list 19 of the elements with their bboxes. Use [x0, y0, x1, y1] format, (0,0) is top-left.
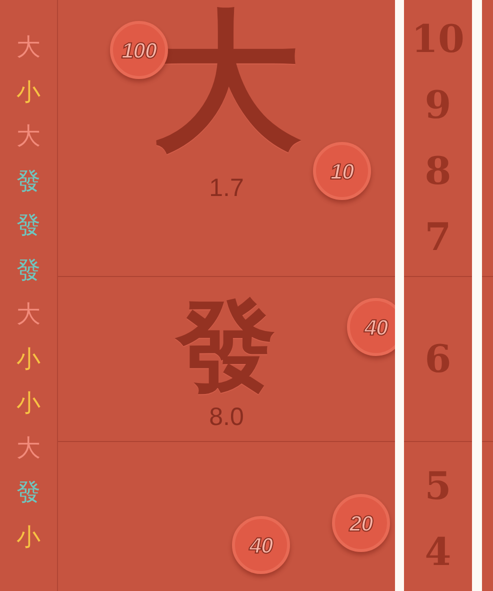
history-result: 發: [16, 166, 40, 196]
history-result: 小: [16, 389, 40, 419]
betting-chip[interactable]: 40: [347, 298, 395, 356]
history-result: 發: [16, 211, 40, 241]
betting-chip[interactable]: 20: [332, 494, 390, 552]
history-result: 小: [16, 522, 40, 552]
bet-area[interactable]: 20 40: [58, 442, 395, 591]
history-result: 發: [16, 478, 40, 508]
history-result: 大: [16, 434, 40, 464]
betting-chip[interactable]: 40: [232, 516, 290, 574]
betting-chip[interactable]: 10: [313, 142, 371, 200]
history-result: 發: [16, 256, 40, 286]
history-result: 大: [16, 122, 40, 152]
history-result: 大: [16, 33, 40, 63]
odds-label: 8.0: [209, 402, 244, 433]
odds-label: 1.7: [209, 173, 244, 204]
history-result: 小: [16, 78, 40, 108]
history-result: 小: [16, 344, 40, 374]
history-result: 大: [16, 300, 40, 330]
